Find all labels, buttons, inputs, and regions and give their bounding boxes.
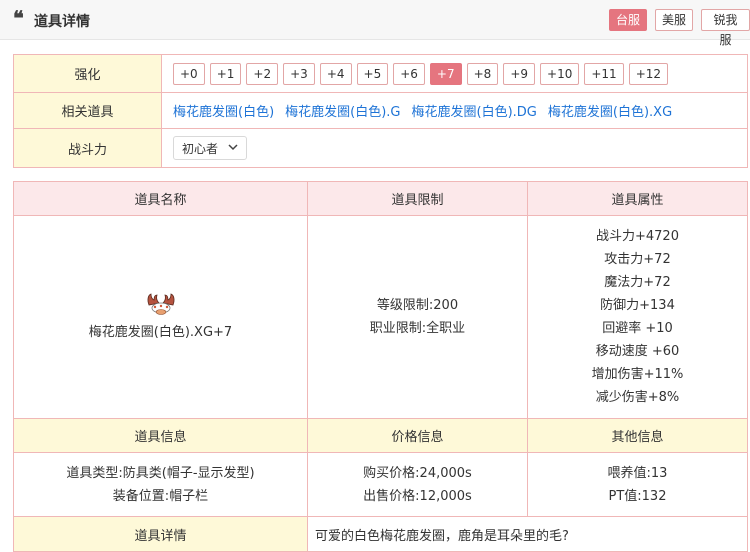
item-name-cell: 梅花鹿发圈(白色).XG+7 xyxy=(14,216,308,418)
detail-label: 道具详情 xyxy=(14,517,308,551)
price-info-cell: 购买价格:24,000s 出售价格:12,000s xyxy=(308,453,528,516)
info-row: 道具类型:防具类(帽子-显示发型) 装备位置:帽子栏 购买价格:24,000s … xyxy=(14,453,747,517)
info-header-row: 道具信息 价格信息 其他信息 xyxy=(14,419,747,453)
server-button-us[interactable]: 美服 xyxy=(655,9,694,31)
enhance-level-2[interactable]: +2 xyxy=(246,62,279,85)
page-title: 道具详情 xyxy=(34,14,90,30)
item-limit-cell: 等级限制:200 职业限制:全职业 xyxy=(308,216,528,418)
attr-combat-power: 战斗力+4720 xyxy=(596,229,679,244)
header-item-info: 道具信息 xyxy=(14,419,308,452)
job-limit: 职业限制:全职业 xyxy=(369,321,466,336)
enhance-levels: +0 +1 +2 +3 +4 +5 +6 +7 +8 +9 +10 +11 +1… xyxy=(162,55,747,92)
pt-value: PT值:132 xyxy=(608,488,667,504)
item-info-cell: 道具类型:防具类(帽子-显示发型) 装备位置:帽子栏 xyxy=(14,453,308,516)
buy-price: 购买价格:24,000s xyxy=(363,465,472,481)
enhance-row: 强化 +0 +1 +2 +3 +4 +5 +6 +7 +8 +9 +10 +11… xyxy=(14,55,747,93)
enhance-level-12[interactable]: +12 xyxy=(628,62,669,85)
header-price-info: 价格信息 xyxy=(308,419,528,452)
attr-attack: 攻击力+72 xyxy=(604,252,671,267)
job-select[interactable]: 初心者 xyxy=(173,136,248,160)
attr-magic: 魔法力+72 xyxy=(604,275,671,290)
enhance-level-10[interactable]: +10 xyxy=(540,62,580,85)
level-limit: 等级限制:200 xyxy=(376,298,459,313)
detail-row: 道具详情 可爱的白色梅花鹿发圈，鹿角是耳朵里的毛? xyxy=(14,517,747,552)
item-attributes-cell: 战斗力+4720 攻击力+72 魔法力+72 防御力+134 回避率 +10 移… xyxy=(528,216,747,418)
enhance-level-1[interactable]: +1 xyxy=(209,62,242,85)
feed-value: 喂养值:13 xyxy=(607,465,668,481)
enhance-level-6[interactable]: +6 xyxy=(393,62,425,85)
attr-damage-increase: 增加伤害+11% xyxy=(591,367,684,382)
attr-damage-reduction: 减少伤害+8% xyxy=(595,390,680,405)
power-label: 战斗力 xyxy=(14,129,162,167)
item-table: 道具名称 道具限制 道具属性 梅花鹿发圈(白色).XG+7 等级限制:200 职… xyxy=(13,181,748,552)
enhance-level-7[interactable]: +7 xyxy=(429,62,462,85)
enhance-level-8[interactable]: +8 xyxy=(466,62,499,85)
related-item-link[interactable]: 梅花鹿发圈(白色).XG xyxy=(548,101,672,120)
enhance-label: 强化 xyxy=(14,55,162,92)
server-button-ruiwo[interactable]: 锐我服 xyxy=(701,9,750,47)
related-items: 梅花鹿发圈(白色) 梅花鹿发圈(白色).G 梅花鹿发圈(白色).DG 梅花鹿发圈… xyxy=(162,93,747,128)
header-other-info: 其他信息 xyxy=(528,419,747,452)
job-select-value: 初心者 xyxy=(182,141,219,156)
related-item-link[interactable]: 梅花鹿发圈(白色) xyxy=(173,101,274,120)
quote-icon: ❝ xyxy=(13,6,24,30)
other-info-cell: 喂养值:13 PT值:132 xyxy=(528,453,747,516)
options-table: 强化 +0 +1 +2 +3 +4 +5 +6 +7 +8 +9 +10 +11… xyxy=(13,54,748,168)
header-item-limit: 道具限制 xyxy=(308,182,528,215)
detail-text: 可爱的白色梅花鹿发圈，鹿角是耳朵里的毛? xyxy=(315,528,569,544)
item-table-header: 道具名称 道具限制 道具属性 xyxy=(14,182,747,216)
related-item-link[interactable]: 梅花鹿发圈(白色).DG xyxy=(412,101,537,120)
related-item-link[interactable]: 梅花鹿发圈(白色).G xyxy=(285,101,400,120)
power-select-wrap: 初心者 xyxy=(162,129,747,167)
chevron-down-icon xyxy=(228,143,238,154)
enhance-level-11[interactable]: +11 xyxy=(584,62,624,85)
equip-slot: 装备位置:帽子栏 xyxy=(112,488,209,504)
deer-hairband-image xyxy=(147,292,174,315)
page-header: ❝ 道具详情 台服 美服 锐我服 xyxy=(0,0,750,47)
attr-move-speed: 移动速度 +60 xyxy=(595,344,680,359)
enhance-level-0[interactable]: +0 xyxy=(173,62,205,85)
attr-defense: 防御力+134 xyxy=(600,298,675,313)
attr-evasion: 回避率 +10 xyxy=(602,321,673,336)
power-row: 战斗力 初心者 xyxy=(14,129,747,167)
enhance-level-3[interactable]: +3 xyxy=(283,62,315,85)
server-button-tw[interactable]: 台服 xyxy=(609,9,648,31)
enhance-level-4[interactable]: +4 xyxy=(319,62,352,85)
item-type: 道具类型:防具类(帽子-显示发型) xyxy=(66,465,255,481)
header-item-name: 道具名称 xyxy=(14,182,308,215)
enhance-level-5[interactable]: +5 xyxy=(356,62,389,85)
related-row: 相关道具 梅花鹿发圈(白色) 梅花鹿发圈(白色).G 梅花鹿发圈(白色).DG … xyxy=(14,93,747,129)
item-main-row: 梅花鹿发圈(白色).XG+7 等级限制:200 职业限制:全职业 战斗力+472… xyxy=(14,216,747,419)
related-label: 相关道具 xyxy=(14,93,162,128)
sell-price: 出售价格:12,000s xyxy=(363,488,472,504)
header-item-attributes: 道具属性 xyxy=(528,182,747,215)
enhance-level-9[interactable]: +9 xyxy=(503,62,536,85)
item-name: 梅花鹿发圈(白色).XG+7 xyxy=(88,324,233,340)
